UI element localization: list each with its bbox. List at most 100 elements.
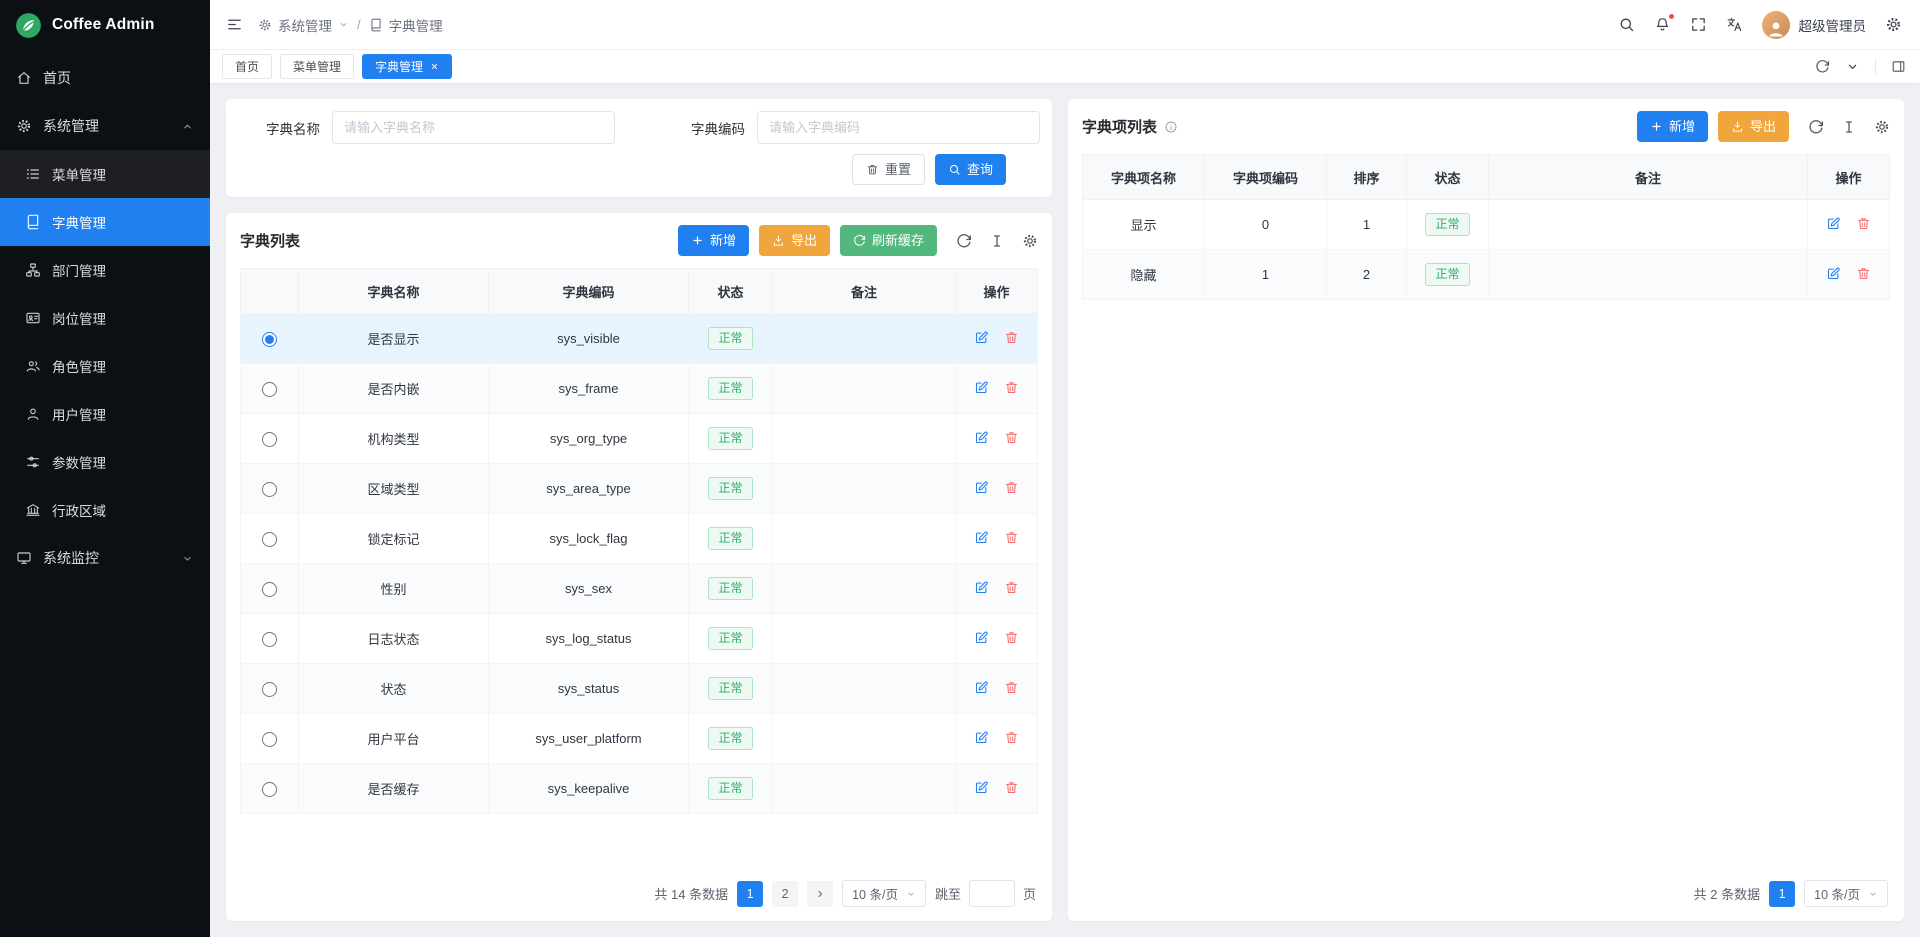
sidebar-item-user-mgmt[interactable]: 用户管理 [0, 390, 210, 438]
delete-icon[interactable] [1856, 266, 1871, 281]
page-size-select[interactable]: 10 条/页 [1804, 880, 1888, 907]
export-items-button[interactable]: 导出 [1718, 111, 1789, 142]
edit-icon[interactable] [1826, 266, 1841, 281]
page-1-button[interactable]: 1 [737, 881, 763, 907]
dict-code-input[interactable] [757, 111, 1040, 144]
dict-name-cell: 用户平台 [299, 714, 489, 764]
dict-table-row[interactable]: 是否内嵌 sys_frame 正常 [241, 364, 1038, 414]
dict-table-row[interactable]: 日志状态 sys_log_status 正常 [241, 614, 1038, 664]
row-select-radio[interactable] [262, 532, 277, 547]
edit-icon[interactable] [974, 580, 989, 595]
edit-icon[interactable] [974, 730, 989, 745]
row-select-radio[interactable] [262, 632, 277, 647]
add-button[interactable]: 新增 [678, 225, 749, 256]
search-icon[interactable] [1618, 16, 1635, 33]
fullscreen-icon[interactable] [1690, 16, 1707, 33]
delete-icon[interactable] [1004, 730, 1019, 745]
edit-icon[interactable] [974, 630, 989, 645]
dict-table-row[interactable]: 机构类型 sys_org_type 正常 [241, 414, 1038, 464]
sidebar-item-post-mgmt[interactable]: 岗位管理 [0, 294, 210, 342]
tab-menu-mgmt[interactable]: 菜单管理 [280, 54, 354, 79]
next-page-button[interactable] [807, 881, 833, 907]
page-2-button[interactable]: 2 [772, 881, 798, 907]
delete-icon[interactable] [1004, 630, 1019, 645]
export-button[interactable]: 导出 [759, 225, 830, 256]
reset-button[interactable]: 重置 [852, 154, 925, 185]
dict-item-row[interactable]: 显示 0 1 正常 [1083, 200, 1890, 250]
edit-icon[interactable] [974, 430, 989, 445]
edit-icon[interactable] [974, 780, 989, 795]
row-select-radio[interactable] [262, 732, 277, 747]
sidebar-item-home[interactable]: 首页 [0, 54, 210, 102]
edit-icon[interactable] [974, 480, 989, 495]
chevron-down-icon[interactable] [1845, 59, 1860, 74]
delete-icon[interactable] [1004, 430, 1019, 445]
row-select-radio[interactable] [262, 682, 277, 697]
sidebar-item-region-mgmt[interactable]: 行政区域 [0, 486, 210, 534]
delete-icon[interactable] [1004, 580, 1019, 595]
username[interactable]: 超级管理员 [1799, 15, 1867, 35]
delete-icon[interactable] [1004, 380, 1019, 395]
delete-icon[interactable] [1004, 680, 1019, 695]
delete-icon[interactable] [1004, 330, 1019, 345]
dict-item-row[interactable]: 隐藏 1 2 正常 [1083, 250, 1890, 300]
sidebar-item-role-mgmt[interactable]: 角色管理 [0, 342, 210, 390]
layout-icon[interactable] [1891, 59, 1906, 74]
tab-dict-mgmt[interactable]: 字典管理 [362, 54, 452, 79]
edit-icon[interactable] [1826, 216, 1841, 231]
sidebar-item-dept-mgmt[interactable]: 部门管理 [0, 246, 210, 294]
dict-table-row[interactable]: 是否显示 sys_visible 正常 [241, 314, 1038, 364]
menu-fold-icon[interactable] [226, 16, 243, 33]
dict-table-row[interactable]: 性别 sys_sex 正常 [241, 564, 1038, 614]
sidebar-item-param-mgmt[interactable]: 参数管理 [0, 438, 210, 486]
delete-icon[interactable] [1856, 216, 1871, 231]
row-select-radio[interactable] [262, 482, 277, 497]
dict-table-row[interactable]: 区域类型 sys_area_type 正常 [241, 464, 1038, 514]
sidebar-section-system[interactable]: 系统管理 [0, 102, 210, 150]
dict-table-row[interactable]: 是否缓存 sys_keepalive 正常 [241, 764, 1038, 814]
delete-icon[interactable] [1004, 530, 1019, 545]
translate-icon[interactable] [1726, 16, 1743, 33]
edit-icon[interactable] [974, 380, 989, 395]
add-item-button[interactable]: 新增 [1637, 111, 1708, 142]
jump-page-input[interactable] [969, 880, 1015, 907]
row-select-radio[interactable] [262, 432, 277, 447]
sidebar-item-menu-mgmt[interactable]: 菜单管理 [0, 150, 210, 198]
close-icon[interactable] [430, 62, 439, 71]
refresh-icon[interactable] [1815, 59, 1830, 74]
delete-icon[interactable] [1004, 480, 1019, 495]
app-root: Coffee Admin 首页 系统管理 菜单管理 字典管理 部门 [0, 0, 1920, 937]
page-size-select[interactable]: 10 条/页 [842, 880, 926, 907]
delete-icon[interactable] [1004, 780, 1019, 795]
row-select-radio[interactable] [262, 382, 277, 397]
dict-table-row[interactable]: 锁定标记 sys_lock_flag 正常 [241, 514, 1038, 564]
refresh-icon[interactable] [956, 233, 972, 249]
edit-icon[interactable] [974, 530, 989, 545]
sidebar-item-dict-mgmt[interactable]: 字典管理 [0, 198, 210, 246]
page-1-button[interactable]: 1 [1769, 881, 1795, 907]
edit-icon[interactable] [974, 330, 989, 345]
column-settings-icon[interactable] [989, 233, 1005, 249]
sidebar-section-monitor[interactable]: 系统监控 [0, 534, 210, 582]
app-logo[interactable]: Coffee Admin [0, 0, 210, 50]
dict-name-input[interactable] [332, 111, 615, 144]
query-button[interactable]: 查询 [935, 154, 1006, 185]
row-select-radio[interactable] [262, 582, 277, 597]
breadcrumb-dict[interactable]: 字典管理 [369, 15, 443, 35]
table-settings-icon[interactable] [1874, 119, 1890, 135]
refresh-icon[interactable] [1808, 119, 1824, 135]
column-settings-icon[interactable] [1841, 119, 1857, 135]
settings-icon[interactable] [1885, 16, 1902, 33]
tab-home[interactable]: 首页 [222, 54, 272, 79]
row-select-radio[interactable] [262, 782, 277, 797]
bell-icon[interactable] [1654, 16, 1671, 33]
dict-table-row[interactable]: 用户平台 sys_user_platform 正常 [241, 714, 1038, 764]
edit-icon[interactable] [974, 680, 989, 695]
avatar[interactable] [1762, 11, 1790, 39]
table-settings-icon[interactable] [1022, 233, 1038, 249]
breadcrumb-system[interactable]: 系统管理 [258, 15, 349, 35]
dict-table-row[interactable]: 状态 sys_status 正常 [241, 664, 1038, 714]
refresh-cache-button[interactable]: 刷新缓存 [840, 225, 937, 256]
dict-code-cell: sys_org_type [489, 414, 689, 464]
row-select-radio[interactable] [262, 332, 277, 347]
